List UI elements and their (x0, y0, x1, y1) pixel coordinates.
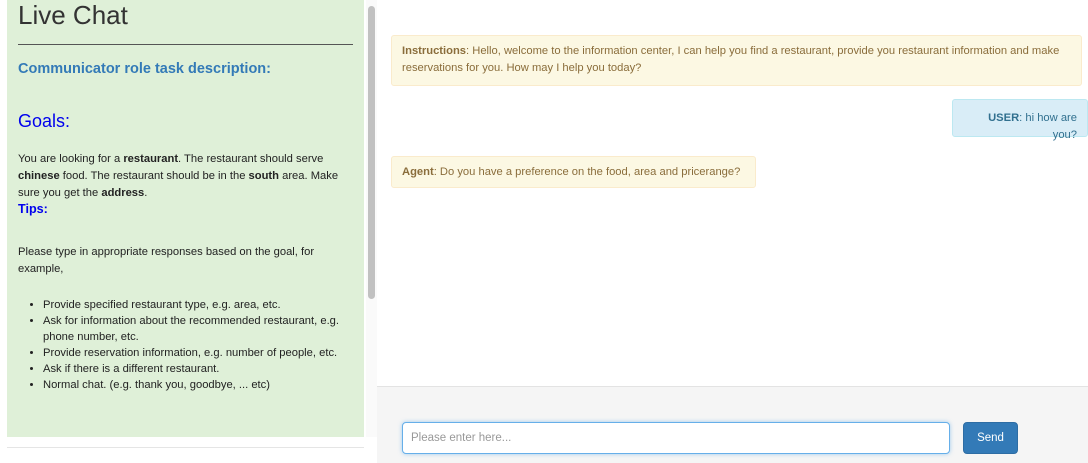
message-composer: Send (377, 386, 1088, 463)
tips-list: Provide specified restaurant type, e.g. … (18, 297, 364, 393)
sidebar-bottom-divider (7, 447, 364, 448)
goal-keyword-food: chinese (18, 170, 60, 182)
instructions-message: Instructions: Hello, welcome to the info… (391, 35, 1082, 86)
message-sender: Agent (402, 166, 434, 178)
tip-item: Normal chat. (e.g. thank you, goodbye, .… (43, 377, 364, 393)
send-button[interactable]: Send (963, 422, 1018, 454)
goals-heading: Goals: (18, 111, 71, 131)
goal-text-part: You are looking for a (18, 153, 124, 165)
goal-keyword-restaurant: restaurant (123, 153, 179, 165)
title-divider (18, 44, 353, 45)
goal-description: You are looking for a restaurant. The re… (18, 151, 353, 202)
goal-text-part: . The restaurant should serve (178, 153, 324, 165)
user-message: USER: hi how are you? (952, 99, 1088, 141)
message-text: Do you have a preference on the food, ar… (439, 166, 741, 178)
page-title: Live Chat (18, 0, 128, 30)
goal-keyword-address: address (101, 187, 145, 199)
sidebar-scrollbar-thumb[interactable] (368, 6, 375, 299)
tips-intro: Please type in appropriate responses bas… (18, 246, 315, 275)
message-input[interactable] (402, 422, 950, 454)
agent-message: Agent: Do you have a preference on the f… (391, 156, 756, 188)
task-description-panel: Live Chat Communicator role task descrip… (7, 0, 364, 437)
message-sender: USER (988, 112, 1020, 124)
tips-heading: Tips: (18, 202, 48, 216)
role-description-heading: Communicator role task description: (18, 61, 271, 77)
message-sender: Instructions (402, 45, 467, 57)
chat-log: Instructions: Hello, welcome to the info… (377, 0, 1088, 386)
tip-item: Ask if there is a different restaurant. (43, 361, 364, 377)
message-text: hi how are you? (1025, 112, 1077, 141)
tip-item: Ask for information about the recommende… (43, 313, 364, 345)
goal-keyword-area: south (248, 170, 279, 182)
tip-item: Provide specified restaurant type, e.g. … (43, 297, 364, 313)
tip-item: Provide reservation information, e.g. nu… (43, 345, 364, 361)
message-text: Hello, welcome to the information center… (402, 45, 1060, 74)
goal-text-part: food. The restaurant should be in the (59, 170, 249, 182)
goal-text-part: . (144, 187, 148, 199)
